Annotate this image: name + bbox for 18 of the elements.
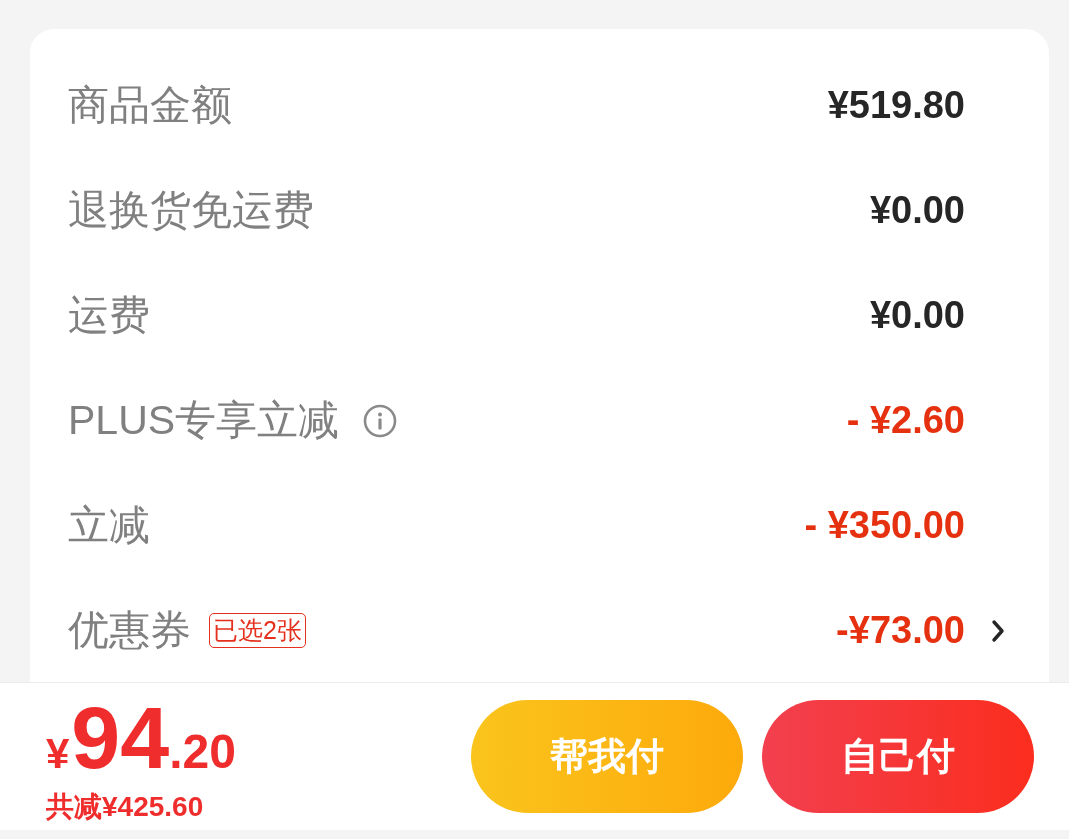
coupon-count-tag: 已选2张 xyxy=(209,613,306,648)
total-savings: 共减¥425.60 xyxy=(46,789,204,824)
fee-label: 运费 xyxy=(68,291,150,340)
fee-label: 退换货免运费 xyxy=(68,186,314,235)
fee-label: 立减 xyxy=(68,501,150,550)
fee-amount: ¥0.00 xyxy=(869,294,965,337)
pay-button[interactable]: 自己付 xyxy=(762,700,1034,813)
total-price: ¥94.20 xyxy=(46,693,236,782)
fee-amount: - ¥350.00 xyxy=(804,504,965,547)
fee-label: PLUS专享立减 xyxy=(68,396,340,445)
fee-label: 优惠券 xyxy=(68,606,191,655)
chevron-right-icon[interactable] xyxy=(991,618,1005,643)
info-icon[interactable] xyxy=(363,403,398,438)
fee-amount: - ¥2.60 xyxy=(846,399,965,442)
fee-amount: -¥73.00 xyxy=(836,609,965,652)
fee-label: 商品金额 xyxy=(68,81,232,130)
fee-amount: ¥0.00 xyxy=(869,189,965,232)
fee-amount: ¥519.80 xyxy=(827,84,965,127)
